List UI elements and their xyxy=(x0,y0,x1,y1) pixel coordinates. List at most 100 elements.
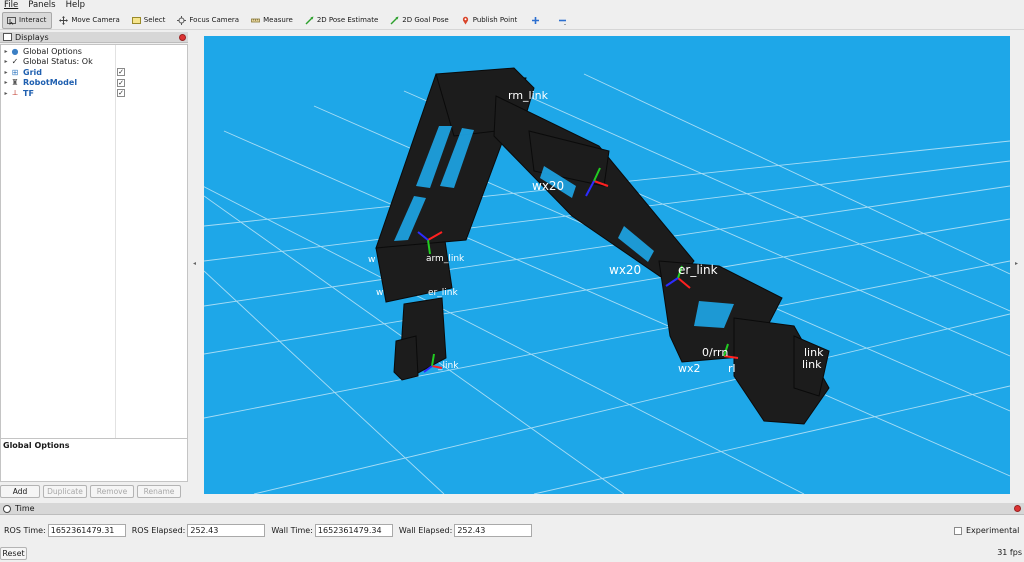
expand-arrow-icon[interactable]: ▸ xyxy=(2,69,10,76)
time-fields-row: ROS Time: 1652361479.31 ROS Elapsed: 252… xyxy=(0,522,1024,538)
map-pin-icon xyxy=(461,16,470,25)
menu-file[interactable]: File xyxy=(4,0,18,10)
add-button[interactable]: Add xyxy=(0,485,40,498)
menu-panels[interactable]: Panels xyxy=(28,0,55,10)
ros-time-label: ROS Time: xyxy=(4,525,46,535)
publish-point-button[interactable]: Publish Point xyxy=(457,12,523,29)
grid-checkbox[interactable]: ✓ xyxy=(117,68,125,77)
select-icon xyxy=(131,16,141,25)
ros-time-field[interactable]: 1652361479.31 xyxy=(47,523,126,537)
measure-label: Measure xyxy=(263,16,293,24)
scene-canvas: rm_link wx20 wx20 er_link w arm_link w e… xyxy=(204,67,1010,494)
properties-title: Global Options xyxy=(3,441,70,450)
tool-bar: Interact Move Camera Select Focus Camera… xyxy=(0,11,1024,30)
display-item-label: TF xyxy=(23,88,34,98)
move-camera-button[interactable]: Move Camera xyxy=(55,12,124,29)
frame-label: w xyxy=(368,255,375,265)
minus-icon xyxy=(558,16,567,25)
check-icon: ✓ xyxy=(11,57,19,67)
remove-tool-button[interactable] xyxy=(552,12,576,29)
experimental-checkbox[interactable]: Experimental xyxy=(954,526,1019,535)
interact-tool-button[interactable]: Interact xyxy=(2,11,53,29)
rename-button[interactable]: Rename xyxy=(137,485,181,498)
frame-label: er_link xyxy=(678,263,718,277)
display-item-label: Global Status: Ok xyxy=(23,57,93,67)
select-button[interactable]: Select xyxy=(128,12,171,29)
publish-point-label: Publish Point xyxy=(472,16,518,24)
frame-label: rl xyxy=(728,362,736,375)
frame-label: 0/rrn xyxy=(702,346,728,359)
column-divider xyxy=(115,45,116,465)
display-item-robotmodel[interactable]: ▸ ♜ RobotModel ✓ xyxy=(1,78,187,89)
pose-estimate-button[interactable]: 2D Pose Estimate xyxy=(301,12,383,29)
displays-panel: Displays ▸ ● Global Options ▸ ✓ Global S… xyxy=(0,32,188,498)
collapse-right-icon[interactable]: ▸ xyxy=(1015,260,1018,267)
goal-pose-button[interactable]: 2D Goal Pose xyxy=(386,12,453,29)
display-item-grid[interactable]: ▸ ⊞ Grid ✓ xyxy=(1,67,187,78)
focus-camera-button[interactable]: Focus Camera xyxy=(173,12,244,29)
wall-time-label: Wall Time: xyxy=(271,525,313,535)
frame-label: er_link xyxy=(428,288,458,298)
wall-elapsed-label: Wall Elapsed: xyxy=(398,525,453,535)
clock-icon xyxy=(3,504,11,513)
goal-pose-label: 2D Goal Pose xyxy=(402,16,449,24)
frame-label: wx20 xyxy=(532,179,564,193)
displays-button-row: Add Duplicate Remove Rename xyxy=(0,485,188,498)
experimental-label: Experimental xyxy=(966,526,1020,535)
3d-viewport[interactable]: rm_link wx20 wx20 er_link w arm_link w e… xyxy=(204,36,1010,494)
robotmodel-checkbox[interactable]: ✓ xyxy=(117,78,125,87)
expand-arrow-icon[interactable]: ▸ xyxy=(2,90,10,97)
time-panel-header: Time xyxy=(0,503,1024,515)
tf-checkbox[interactable]: ✓ xyxy=(117,89,125,98)
green-arrow-icon xyxy=(390,16,399,25)
display-item-label: Grid xyxy=(23,67,42,77)
frame-label: arm_link xyxy=(426,254,465,264)
plus-icon xyxy=(531,16,540,25)
interact-label: Interact xyxy=(19,16,47,24)
displays-tree: ▸ ● Global Options ▸ ✓ Global Status: Ok… xyxy=(0,44,188,466)
frame-label: rm_link xyxy=(508,89,549,102)
menu-help[interactable]: Help xyxy=(66,0,85,10)
properties-description: Global Options xyxy=(0,438,188,482)
move-camera-label: Move Camera xyxy=(71,16,120,24)
add-tool-button[interactable] xyxy=(525,12,549,29)
remove-button[interactable]: Remove xyxy=(90,485,134,498)
displays-panel-header: Displays xyxy=(0,32,188,43)
axes-icon: ⟂ xyxy=(12,88,18,98)
frame-label: wx2 xyxy=(678,362,701,375)
expand-arrow-icon[interactable]: ▸ xyxy=(2,79,10,86)
frame-label: _link xyxy=(437,361,459,371)
close-icon[interactable] xyxy=(179,33,186,41)
measure-button[interactable]: Measure xyxy=(247,12,298,29)
reset-button[interactable]: Reset xyxy=(0,547,27,560)
checkbox-box[interactable] xyxy=(954,526,962,535)
select-label: Select xyxy=(143,16,166,24)
fps-readout: 31 fps xyxy=(997,548,1022,557)
wall-elapsed-field[interactable]: 252.43 xyxy=(454,523,533,537)
focus-camera-label: Focus Camera xyxy=(189,16,240,24)
time-title: Time xyxy=(15,504,35,513)
move-icon xyxy=(59,15,69,25)
display-item-tf[interactable]: ▸ ⟂ TF ✓ xyxy=(1,88,187,99)
display-item-label: RobotModel xyxy=(23,78,78,88)
frame-label: link xyxy=(802,358,822,371)
grid-icon: ⊞ xyxy=(11,67,19,77)
display-item-global-status[interactable]: ▸ ✓ Global Status: Ok xyxy=(1,57,187,68)
close-icon[interactable] xyxy=(1014,505,1021,512)
cursor-icon xyxy=(7,16,16,25)
wall-time-field[interactable]: 1652361479.34 xyxy=(314,523,393,537)
expand-arrow-icon[interactable]: ▸ xyxy=(2,48,10,55)
display-item-global-options[interactable]: ▸ ● Global Options xyxy=(1,46,187,57)
green-arrow-icon xyxy=(305,16,314,25)
globe-icon: ● xyxy=(11,46,19,56)
pose-estimate-label: 2D Pose Estimate xyxy=(316,16,379,24)
left-splitter[interactable]: ◂ xyxy=(190,32,204,498)
ros-elapsed-field[interactable]: 252.43 xyxy=(187,523,266,537)
duplicate-button[interactable]: Duplicate xyxy=(43,485,87,498)
expand-arrow-icon[interactable]: ▸ xyxy=(2,58,10,65)
menu-bar: File Panels Help xyxy=(0,0,1024,10)
right-splitter[interactable]: ▸ xyxy=(1010,32,1024,498)
focus-icon xyxy=(177,15,187,25)
collapse-left-icon[interactable]: ◂ xyxy=(193,260,196,267)
monitor-icon xyxy=(3,33,12,41)
